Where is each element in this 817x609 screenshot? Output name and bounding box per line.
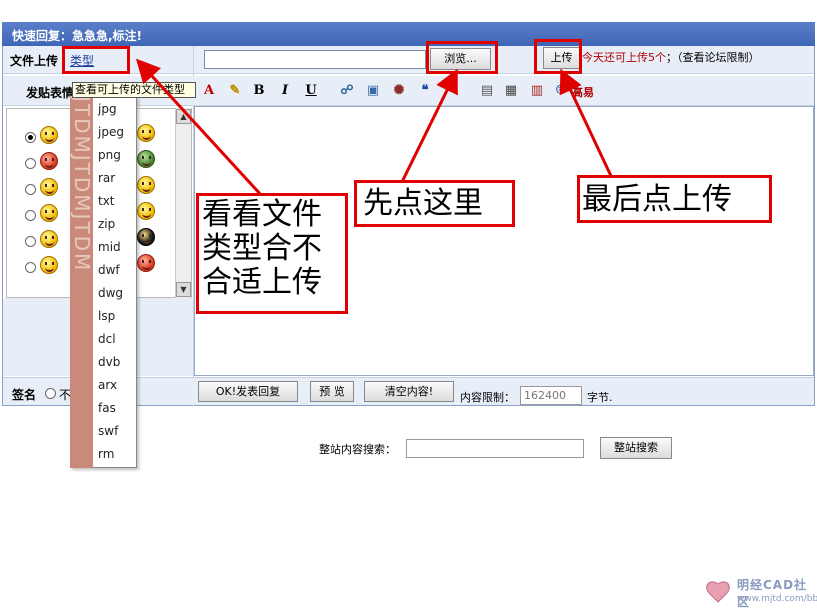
annotation-click-first-box: 先点这里 [354, 180, 515, 227]
annotation-upload-last: 最后点上传 [582, 182, 732, 217]
browse-highlight [426, 41, 498, 74]
type-link-highlight [62, 46, 130, 74]
logo-url: www.mjtd.com/bbs [737, 594, 817, 604]
arrow-to-upload [559, 68, 613, 177]
annotation-upload-last-box: 最后点上传 [577, 175, 772, 223]
logo-name: 明经CAD社区 [737, 578, 808, 609]
annotation-click-first: 先点这里 [363, 186, 483, 221]
annotation-check-types: 看看文件类型合不合适上传 [202, 197, 322, 300]
arrow-to-type-link [135, 58, 264, 198]
annotation-check-types-box: 看看文件类型合不合适上传 [196, 193, 348, 314]
arrow-to-browse [400, 68, 458, 183]
annotation-arrows [135, 58, 613, 198]
upload-highlight [534, 39, 582, 74]
